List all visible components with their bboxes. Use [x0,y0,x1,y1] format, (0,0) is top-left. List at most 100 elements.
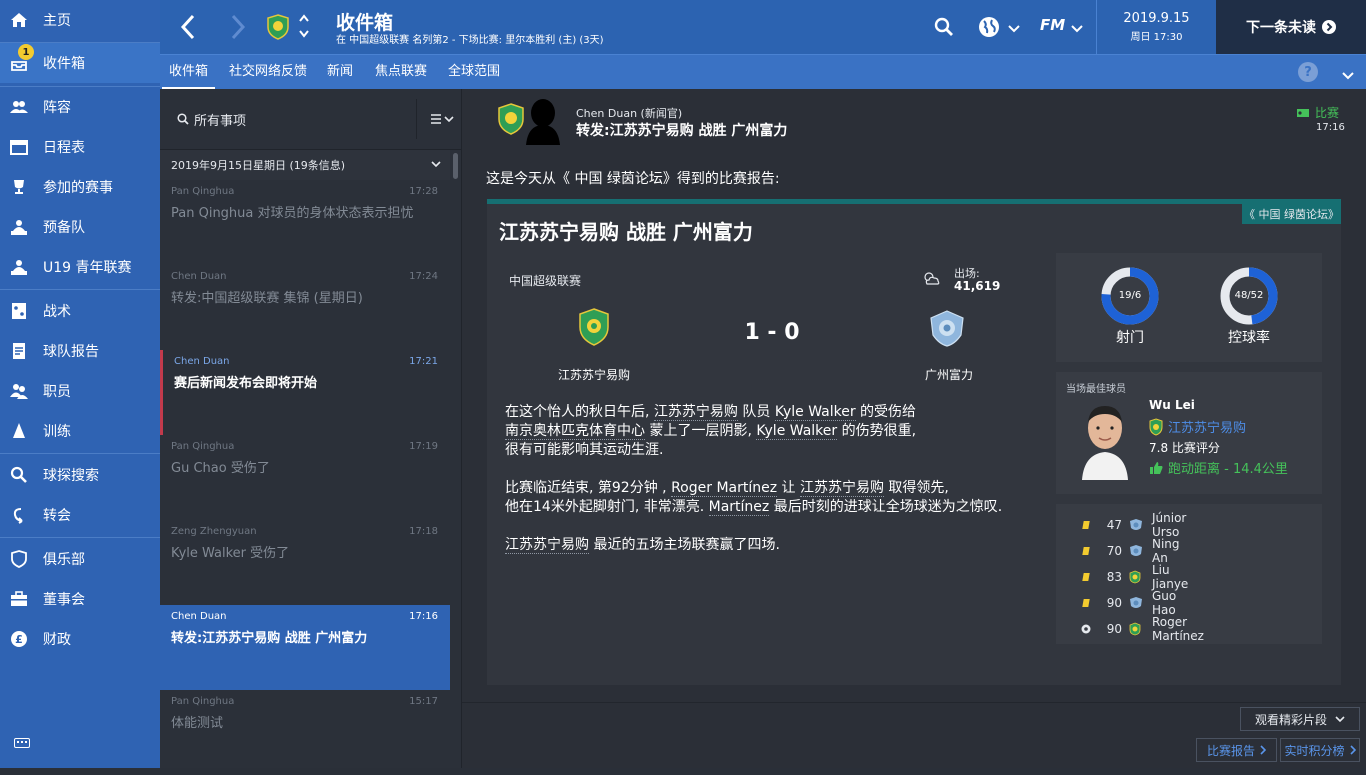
next-unread-button[interactable]: 下一条未读 [1216,0,1366,54]
home-team-name[interactable]: 江苏苏宁易购 [524,366,664,383]
sidebar-item-reserves[interactable]: 预备队 [0,207,160,247]
message-from[interactable]: Chen Duan (新闻官) [576,105,682,121]
list-item[interactable]: Zeng Zhengyuan 17:18 Kyle Walker 受伤了 [160,520,450,605]
sidebar-item-competitions[interactable]: 参加的赛事 [0,167,160,207]
possession-label: 控球率 [1228,330,1270,346]
event-minute: 90 [1106,596,1122,610]
event-row[interactable]: 47 Júnior Urso [1082,511,1186,539]
away-team-crest-icon[interactable] [927,308,967,352]
list-scrollbar[interactable] [453,153,458,179]
away-crest-icon [1129,596,1143,610]
chevron-right-circle-icon [1322,20,1336,34]
live-table-button[interactable]: 实时积分榜 [1280,738,1360,762]
sidebar-item-board[interactable]: 董事会 [0,579,160,619]
stadium-link[interactable]: 南京奥林匹克体育中心 [505,423,645,440]
chevron-down-icon[interactable] [1342,69,1354,84]
message-sender: Pan Qinghua [171,186,235,197]
sidebar-item-schedule[interactable]: 日程表 [0,127,160,167]
watch-highlights-button[interactable]: 观看精彩片段 [1240,707,1360,731]
tab-worldwide[interactable]: 全球范围 [448,55,500,90]
event-row[interactable]: 83 Liu Jianye [1082,563,1188,591]
report-text: 的受伤给 [855,404,917,420]
home-team-crest-icon[interactable] [579,308,609,350]
sidebar-item-transfers[interactable]: 转会 [0,495,160,535]
sidebar-item-team-report[interactable]: 球队报告 [0,331,160,371]
event-row[interactable]: 70 Ning An [1082,537,1180,565]
scouting-icon [10,466,28,484]
tab-news[interactable]: 新闻 [327,55,353,90]
finance-icon: £ [10,630,28,648]
keyboard-icon[interactable] [14,737,30,752]
club-link[interactable]: 江苏苏宁易购 [799,480,884,497]
message-sender: Chen Duan [171,611,227,622]
sidebar-item-home[interactable]: 主页 [0,0,160,40]
back-arrow-icon[interactable] [180,14,196,44]
search-icon[interactable] [934,17,954,41]
player-link[interactable]: Martínez [708,499,770,516]
motm-club[interactable]: 江苏苏宁易购 [1149,417,1246,436]
date-group-header[interactable]: 2019年9月15日星期日 (19条信息) [160,150,450,180]
club-link[interactable]: 江苏苏宁易购 [653,404,738,421]
report-text: 很有可能影响其运动生涯. [505,442,664,458]
player-photo[interactable] [1078,402,1132,484]
transfer-icon [10,506,28,524]
shots-label: 射门 [1116,330,1144,346]
chevron-down-icon[interactable] [1071,22,1083,37]
sidebar-item-staff[interactable]: 职员 [0,371,160,411]
motm-player-name[interactable]: Wu Lei [1149,398,1195,412]
message-sender: Chen Duan [174,356,230,367]
sort-menu-icon[interactable] [430,113,456,131]
event-player: Guo Hao [1152,589,1177,617]
message-time: 17:18 [409,526,438,537]
club-crest-icon[interactable] [267,14,289,44]
event-row[interactable]: 90 Roger Martínez [1081,615,1204,643]
player-link[interactable]: Kyle Walker [774,404,856,421]
help-icon[interactable]: ? [1298,62,1318,82]
chevron-down-icon [1335,715,1345,723]
message-sender: Pan Qinghua [171,696,235,707]
training-icon [10,422,28,440]
list-item[interactable]: Pan Qinghua 17:19 Gu Chao 受伤了 [160,435,450,520]
list-item[interactable]: Chen Duan 17:21 赛后新闻发布会即将开始 [160,350,450,435]
tab-focus-leagues[interactable]: 焦点联赛 [375,55,427,90]
match-tag[interactable]: 比赛 [1296,104,1339,121]
competition-name[interactable]: 中国超级联赛 [509,272,581,289]
sidebar-item-finance[interactable]: £ 财政 [0,619,160,659]
tab-inbox[interactable]: 收件箱 [161,55,216,90]
sidebar-item-scouting[interactable]: 球探搜索 [0,455,160,495]
sidebar-item-youth[interactable]: U19 青年联赛 [0,247,160,287]
list-item[interactable]: Pan Qinghua 17:28 Pan Qinghua 对球员的身体状态表示… [160,180,450,265]
list-item[interactable]: Pan Qinghua 15:17 体能测试 [160,690,450,775]
sidebar-item-training[interactable]: 训练 [0,411,160,451]
page-subtitle: 在 中国超级联赛 名列第2 - 下场比赛: 里尔本胜利 (主) (3天) [336,35,604,46]
chevron-down-icon[interactable] [1008,22,1020,37]
forward-arrow-icon[interactable] [230,14,246,44]
club-switch-icon[interactable] [298,13,310,43]
club-link[interactable]: 江苏苏宁易购 [505,537,589,554]
report-text: 取得领先, [883,480,949,496]
report-text: 在这个怡人的秋日午后, [505,404,654,420]
filter-search[interactable]: 所有事项 [160,89,416,149]
date-display[interactable]: 2019.9.15 周日 17:30 [1097,0,1216,54]
youth-icon [10,258,28,276]
sidebar-item-squad[interactable]: 阵容 [0,87,160,127]
message-subject: Pan Qinghua 对球员的身体状态表示担忧 [171,206,414,221]
inbox-icon: 1 [10,44,34,72]
sidebar-item-label: 战术 [43,304,71,320]
world-icon[interactable] [978,16,1000,42]
player-link[interactable]: Roger Martínez [671,480,778,497]
sidebar-item-inbox[interactable]: 1 收件箱 [0,43,160,83]
attendance-value: 41,619 [954,279,1001,293]
event-row[interactable]: 90 Guo Hao [1082,589,1176,617]
sidebar-item-tactics[interactable]: 战术 [0,291,160,331]
player-link[interactable]: Kyle Walker [756,423,838,440]
sidebar-item-club[interactable]: 俱乐部 [0,539,160,579]
sidebar-item-label: 阵容 [43,100,71,116]
fm-menu-label[interactable]: FM [1040,16,1065,34]
event-player: Roger Martínez [1152,615,1204,643]
tab-social-feedback[interactable]: 社交网络反馈 [229,55,307,90]
list-item[interactable]: Chen Duan 17:24 转发:中国超级联赛 集锦 (星期日) [160,265,450,350]
list-item-selected[interactable]: Chen Duan 17:16 转发:江苏苏宁易购 战胜 广州富力 [160,605,450,690]
away-team-name[interactable]: 广州富力 [879,366,1019,383]
match-report-button[interactable]: 比赛报告 [1196,738,1277,762]
